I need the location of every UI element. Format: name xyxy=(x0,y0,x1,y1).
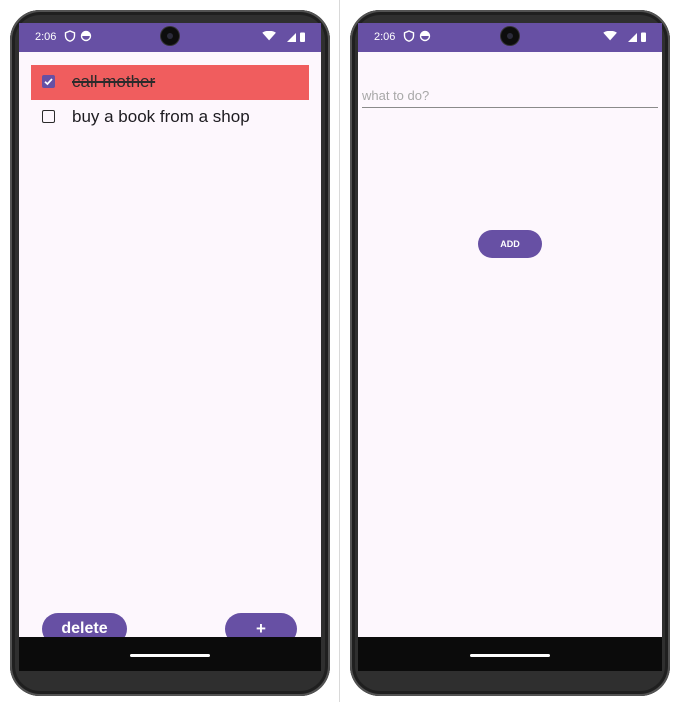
check-icon xyxy=(44,78,53,86)
status-time: 2:06 xyxy=(374,31,396,43)
vpn-shield-icon xyxy=(403,30,415,42)
data-saver-icon xyxy=(80,30,92,42)
data-saver-icon xyxy=(419,30,431,42)
list-item[interactable]: buy a book from a shop xyxy=(31,100,309,135)
signal-battery-icons xyxy=(262,31,305,42)
home-gesture-handle[interactable] xyxy=(470,654,550,657)
signal-battery-icons xyxy=(603,31,646,42)
home-gesture-handle[interactable] xyxy=(130,654,210,657)
list-item-label: buy a book from a shop xyxy=(72,107,250,126)
navigation-bar xyxy=(19,637,321,671)
status-bar: 2:06 xyxy=(358,23,662,52)
phone-frame-list: 2:06 call mother buy a book from a shop … xyxy=(10,10,330,696)
screenshot-divider xyxy=(339,0,340,702)
list-item[interactable]: call mother xyxy=(31,65,309,100)
status-time: 2:06 xyxy=(35,31,57,43)
todo-input[interactable] xyxy=(362,83,658,108)
checkbox[interactable] xyxy=(42,75,55,88)
checkbox[interactable] xyxy=(42,110,55,123)
front-camera xyxy=(501,27,519,45)
todo-list: call mother buy a book from a shop xyxy=(31,65,309,135)
phone-frame-add: 2:06 ADD xyxy=(350,10,670,696)
status-bar: 2:06 xyxy=(19,23,321,52)
vpn-shield-icon xyxy=(64,30,76,42)
todo-list-screen: 2:06 call mother buy a book from a shop … xyxy=(19,23,321,671)
list-item-label: call mother xyxy=(72,72,156,91)
add-todo-screen: 2:06 ADD xyxy=(358,23,662,671)
front-camera xyxy=(161,27,179,45)
navigation-bar xyxy=(358,637,662,671)
add-button[interactable]: ADD xyxy=(478,230,542,258)
